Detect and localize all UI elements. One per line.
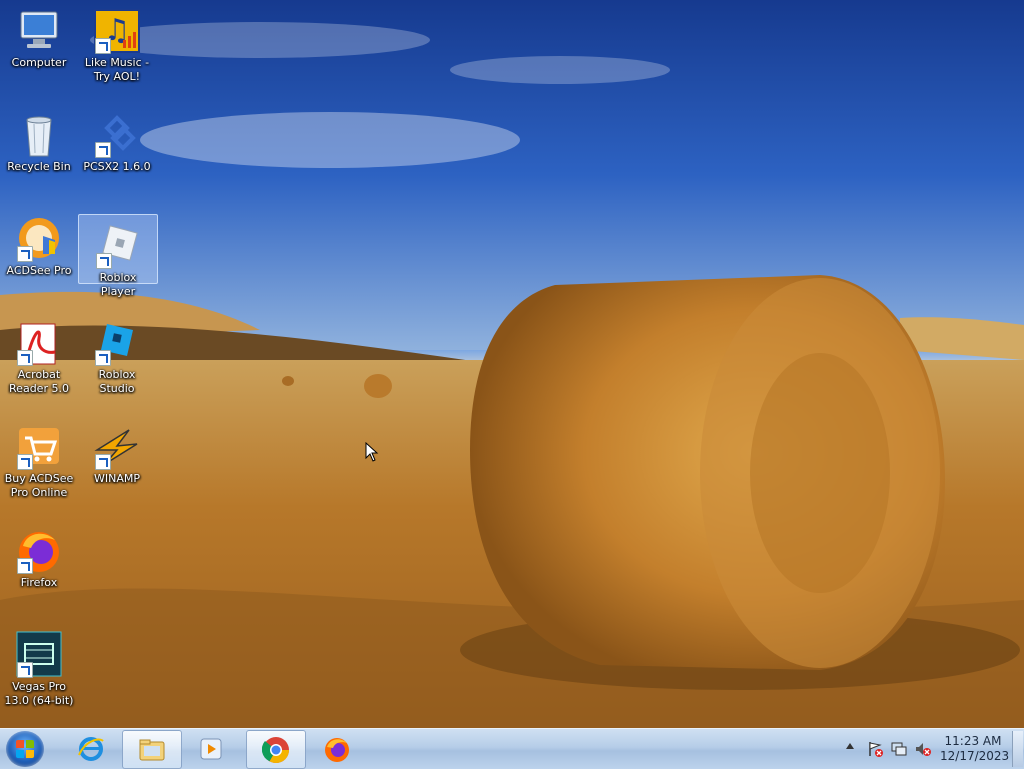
desktop-icon-roblox-studio[interactable]: Roblox Studio	[78, 312, 156, 396]
winamp-icon	[93, 422, 141, 470]
chrome-icon	[261, 736, 290, 764]
roblox-studio-icon	[93, 318, 141, 366]
shortcut-arrow-icon	[95, 38, 111, 54]
shortcut-arrow-icon	[95, 454, 111, 470]
desktop-icon-label: Computer	[11, 56, 67, 69]
desktop-icon-pcsx2[interactable]: PCSX2 1.6.0	[78, 104, 156, 174]
acdsee-icon	[15, 214, 63, 262]
desktop-icon-label: Acrobat Reader 5.0	[9, 368, 69, 395]
taskbar-file-explorer[interactable]	[122, 730, 182, 769]
shopping-cart-icon	[15, 422, 63, 470]
recycle-bin-icon	[15, 110, 63, 158]
desktop-icon-recycle-bin[interactable]: Recycle Bin	[0, 104, 78, 174]
internet-explorer-icon	[77, 735, 105, 763]
firefox-icon	[15, 526, 63, 574]
desktop-icon-label: PCSX2 1.6.0	[83, 160, 151, 173]
shortcut-arrow-icon	[17, 558, 33, 574]
desktop-icon-acdsee-pro[interactable]: ACDSee Pro	[0, 208, 78, 278]
shortcut-arrow-icon	[95, 350, 111, 366]
computer-icon	[15, 6, 63, 54]
taskbar-chrome[interactable]	[246, 730, 306, 769]
shortcut-arrow-icon	[17, 662, 33, 678]
desktop-icon-label: Like Music - Try AOL!	[84, 56, 150, 83]
pcsx2-icon	[93, 110, 141, 158]
desktop-icon-label: WINAMP	[94, 472, 140, 485]
desktop-icon-winamp[interactable]: WINAMP	[78, 416, 156, 486]
desktop-icon-label: Roblox Player	[99, 271, 137, 298]
shortcut-arrow-icon	[17, 454, 33, 470]
desktop-icon-like-music[interactable]: ♫ Like Music - Try AOL!	[78, 0, 156, 84]
shortcut-arrow-icon	[95, 142, 111, 158]
taskbar-internet-explorer[interactable]	[62, 730, 120, 767]
desktop-icon-label: Recycle Bin	[7, 160, 71, 173]
network-icon[interactable]	[890, 740, 908, 758]
acrobat-icon	[15, 318, 63, 366]
desktop-icon-label: ACDSee Pro	[6, 264, 72, 277]
action-center-flag-icon[interactable]	[866, 740, 884, 758]
firefox-icon	[323, 735, 351, 763]
file-explorer-icon	[138, 736, 166, 764]
clock-date: 12/17/2023	[940, 749, 1010, 763]
taskbar-firefox[interactable]	[308, 730, 366, 767]
shortcut-arrow-icon	[96, 253, 112, 269]
desktop-icon-firefox[interactable]: Firefox	[0, 520, 78, 590]
show-desktop-button[interactable]	[1012, 731, 1023, 767]
desktop-icon-label: Roblox Studio	[98, 368, 136, 395]
system-clock[interactable]: 11:23 AM 12/17/2023	[940, 734, 1010, 764]
volume-muted-icon[interactable]	[914, 740, 932, 758]
clock-time: 11:23 AM	[944, 734, 1002, 748]
shortcut-arrow-icon	[17, 246, 33, 262]
media-player-icon	[197, 735, 225, 763]
desktop-icon-roblox-player[interactable]: Roblox Player	[78, 214, 158, 298]
roblox-player-icon	[94, 221, 142, 269]
desktop-icon-vegas-pro[interactable]: Vegas Pro 13.0 (64-bit)	[0, 624, 78, 708]
start-orb-icon[interactable]	[6, 731, 44, 767]
desktop-icon-acrobat-reader[interactable]: Acrobat Reader 5.0	[0, 312, 78, 396]
vegas-pro-icon	[15, 630, 63, 678]
taskbar: 11:23 AM 12/17/2023	[0, 728, 1024, 769]
desktop-icon-label: Firefox	[20, 576, 58, 589]
desktop-icon-label: Buy ACDSee Pro Online	[4, 472, 74, 499]
desktop-icon-computer[interactable]: Computer	[0, 0, 78, 70]
taskbar-media-player[interactable]	[182, 730, 240, 767]
shortcut-arrow-icon	[17, 350, 33, 366]
show-hidden-icons-chevron[interactable]	[846, 743, 854, 749]
music-note-icon: ♫	[93, 6, 141, 54]
desktop-icon-buy-acdsee[interactable]: Buy ACDSee Pro Online	[0, 416, 78, 500]
desktop-icon-label: Vegas Pro 13.0 (64-bit)	[4, 680, 74, 707]
